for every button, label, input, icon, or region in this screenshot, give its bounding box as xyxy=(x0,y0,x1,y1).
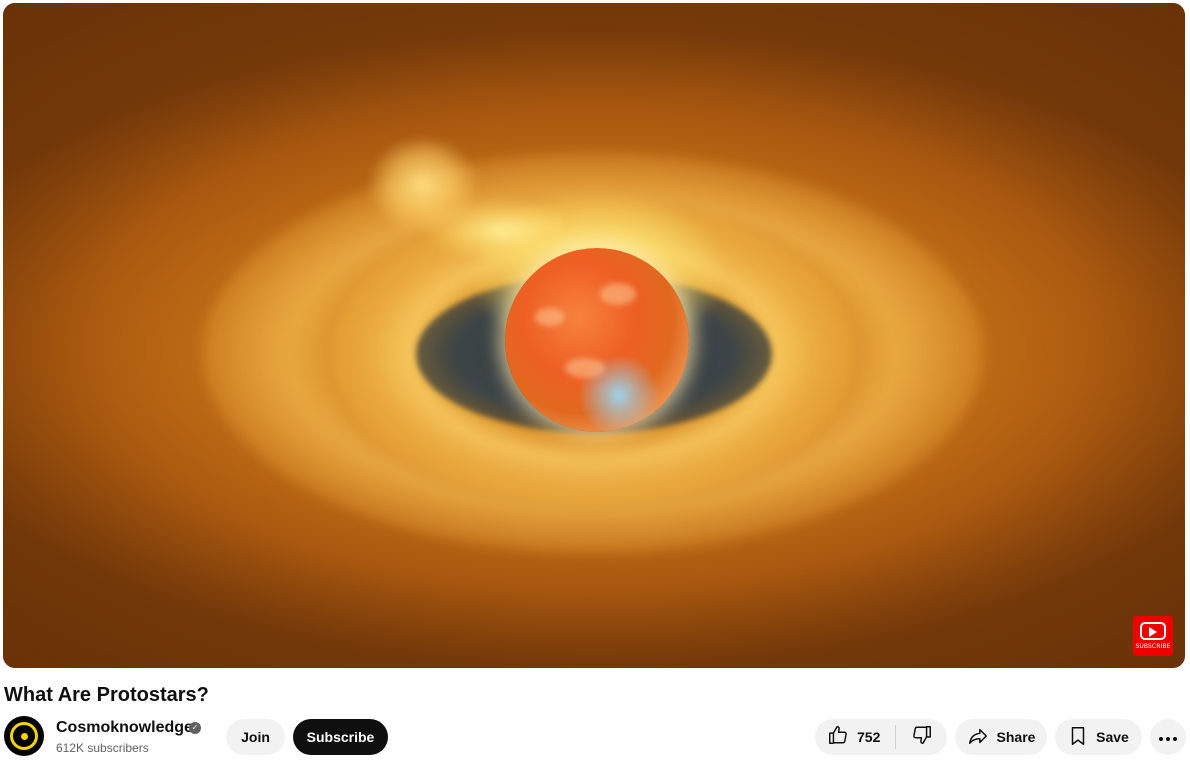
watermark-label: SUBSCRIBE xyxy=(1135,643,1171,650)
join-button[interactable]: Join xyxy=(226,719,285,755)
share-label: Share xyxy=(996,729,1036,745)
more-actions-button[interactable] xyxy=(1150,719,1186,755)
subscriber-count: 612K subscribers xyxy=(56,741,149,755)
avatar-ring xyxy=(10,722,38,750)
owner-row: Cosmoknowledge ✓ 612K subscribers Join S… xyxy=(0,716,1190,758)
share-button[interactable]: Share xyxy=(955,719,1047,755)
video-vignette xyxy=(3,3,1185,668)
verified-icon: ✓ xyxy=(189,722,201,734)
thumbs-up-icon xyxy=(827,724,849,751)
video-player[interactable]: SUBSCRIBE xyxy=(3,3,1185,668)
save-label: Save xyxy=(1096,729,1129,745)
video-title: What Are Protostars? xyxy=(4,684,209,706)
subscribe-watermark[interactable]: SUBSCRIBE xyxy=(1133,616,1173,656)
save-button[interactable]: Save xyxy=(1055,719,1142,755)
more-horizontal-icon xyxy=(1158,729,1178,745)
subscribe-button[interactable]: Subscribe xyxy=(293,719,388,755)
like-dislike-group: 752 xyxy=(815,719,947,755)
dislike-button[interactable] xyxy=(896,719,947,755)
like-button[interactable]: 752 xyxy=(815,719,895,755)
thumbs-down-icon xyxy=(911,724,933,751)
bookmark-icon xyxy=(1068,725,1096,750)
channel-name[interactable]: Cosmoknowledge xyxy=(56,718,193,738)
share-arrow-icon xyxy=(967,725,997,750)
youtube-play-icon xyxy=(1140,622,1166,640)
channel-avatar[interactable] xyxy=(4,716,44,756)
like-count: 752 xyxy=(857,729,881,745)
